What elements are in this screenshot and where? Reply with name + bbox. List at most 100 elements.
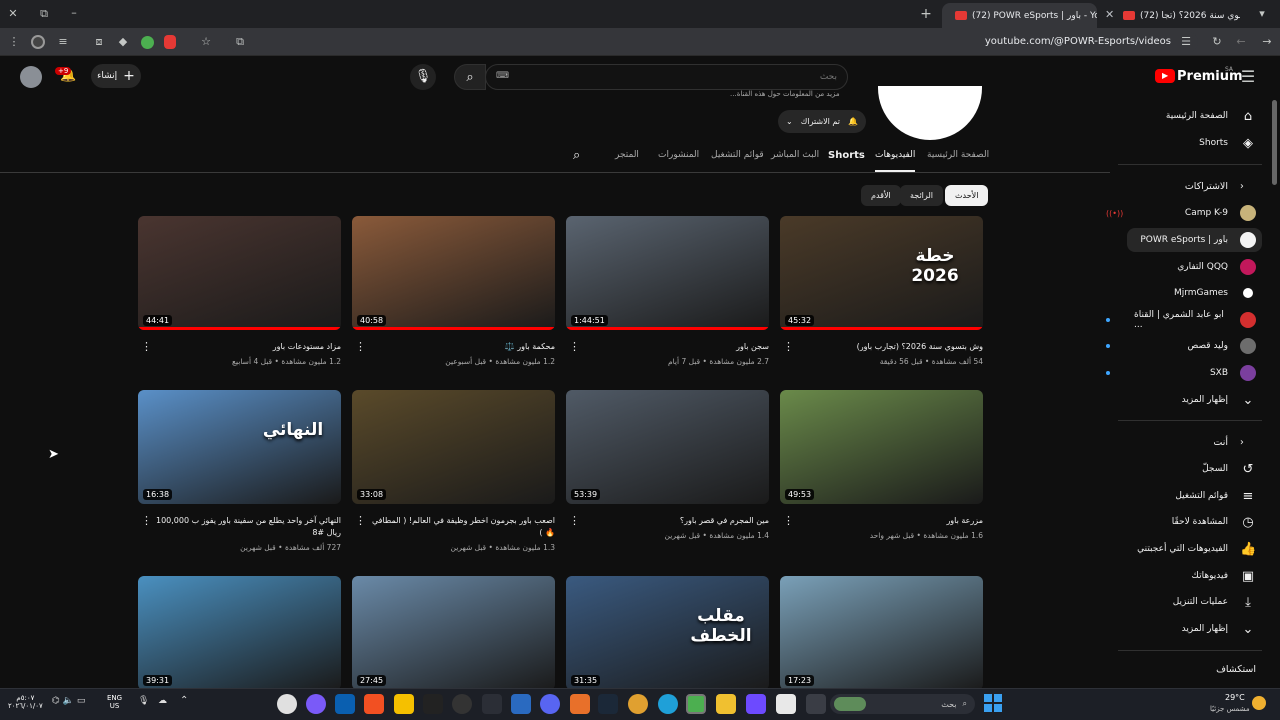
- tray-cloud-icon[interactable]: ☁: [158, 696, 167, 706]
- steam-icon[interactable]: [598, 694, 618, 714]
- channel-search-icon[interactable]: ⌕: [573, 148, 580, 170]
- video-card[interactable]: 39:31: [138, 576, 341, 701]
- sidebar-item-sub-qqq[interactable]: التفاري QQQ: [1106, 254, 1256, 280]
- app-violet-icon[interactable]: [306, 694, 326, 714]
- subscribed-button[interactable]: ⌄ تم الاشتراك 🔔: [778, 110, 866, 133]
- app-store-icon[interactable]: [776, 694, 796, 714]
- voice-search-icon[interactable]: 🎙: [410, 64, 436, 90]
- sidebar-item-liked[interactable]: الفيديوهات التي أعجبتني 👍: [1106, 536, 1256, 562]
- menu-kebab-icon[interactable]: ⋮: [6, 34, 22, 50]
- sidebar-item-shorts[interactable]: Shorts ◈: [1106, 130, 1256, 156]
- reading-list-icon[interactable]: ≡: [55, 34, 71, 50]
- tab-videos[interactable]: الفيديوهات: [875, 150, 916, 172]
- video-title[interactable]: مزاد مستودعات باور: [138, 341, 341, 353]
- search-box[interactable]: ⌨: [485, 64, 848, 90]
- tab-playlists[interactable]: قوائم التشغيل: [711, 150, 764, 172]
- discord-icon[interactable]: [540, 694, 560, 714]
- youtube-logo-icon[interactable]: ▶: [1155, 69, 1175, 83]
- sidebar-item-your-videos[interactable]: فيديوهاتك ▣: [1106, 563, 1256, 589]
- video-thumbnail[interactable]: 44:41: [138, 216, 341, 330]
- app-blue-icon[interactable]: [511, 694, 531, 714]
- video-menu-icon[interactable]: ⋮: [569, 340, 580, 353]
- tab-video[interactable]: (72) وش بتسوي سنة 2026؟ (تجا: [1110, 3, 1240, 28]
- battery-icon[interactable]: ▭: [77, 696, 86, 706]
- extension-red-icon[interactable]: [164, 35, 176, 49]
- sidebar-explore-header[interactable]: استكشاف: [1216, 664, 1256, 675]
- app-dark-icon[interactable]: [482, 694, 502, 714]
- tab-list-icon[interactable]: ▾: [1254, 6, 1270, 22]
- sidebar-item-watch-later[interactable]: المشاهدة لاحقًا ◷: [1106, 509, 1256, 535]
- video-card[interactable]: 27:45: [352, 576, 555, 701]
- tune-icon[interactable]: ☰: [1178, 34, 1194, 50]
- sidebar-item-history[interactable]: السجلّ ↺: [1106, 456, 1256, 482]
- forward-icon[interactable]: ←: [1233, 34, 1249, 50]
- app-yellow-icon[interactable]: [394, 694, 414, 714]
- sidebar-item-sub-waleed[interactable]: وليد قصص: [1106, 333, 1256, 359]
- video-menu-icon[interactable]: ⋮: [569, 514, 580, 527]
- extension-green-icon[interactable]: [141, 36, 154, 49]
- video-title[interactable]: محكمة باور ⚖️: [352, 341, 555, 353]
- video-card[interactable]: 33:08 ⋮ اصعب باور بجرمون اخطر وظيفة في الع…: [352, 390, 555, 552]
- video-menu-icon[interactable]: ⋮: [783, 514, 794, 527]
- sidebar-show-more-you[interactable]: إظهار المزيد ⌄: [1106, 616, 1256, 642]
- settings-gear-icon[interactable]: [277, 694, 297, 714]
- weather-sun-icon[interactable]: [1252, 696, 1266, 710]
- video-menu-icon[interactable]: ⋮: [355, 340, 366, 353]
- start-button-icon[interactable]: [984, 694, 1002, 712]
- volume-icon[interactable]: 🔈: [63, 696, 74, 706]
- tab-shorts[interactable]: Shorts: [828, 150, 865, 172]
- video-thumbnail[interactable]: مقلب الخطف 31:35: [566, 576, 769, 690]
- video-menu-icon[interactable]: ⋮: [355, 514, 366, 527]
- tab-home[interactable]: الصفحة الرئيسية: [927, 150, 989, 172]
- search-input[interactable]: [537, 69, 837, 85]
- office-icon[interactable]: [364, 694, 384, 714]
- app-black-icon[interactable]: [423, 694, 443, 714]
- language-indicator[interactable]: ENG US: [107, 694, 122, 710]
- edge-icon[interactable]: [658, 694, 678, 714]
- star-icon[interactable]: ☆: [198, 34, 214, 50]
- tab-live[interactable]: البث المباشر: [771, 150, 819, 172]
- sidebar-subscriptions-header[interactable]: الاشتراكات ›: [1106, 173, 1256, 199]
- tray-mic-icon[interactable]: 🎙: [138, 696, 149, 706]
- task-view-icon[interactable]: [806, 694, 826, 714]
- close-window-icon[interactable]: ✕: [5, 6, 21, 22]
- tray-icons[interactable]: ⌬ 🔈 ▭: [52, 696, 85, 706]
- chrome-icon[interactable]: [628, 694, 648, 714]
- video-thumbnail[interactable]: 39:31: [138, 576, 341, 690]
- sidebar-item-sub-sxb[interactable]: SXB: [1106, 360, 1256, 386]
- video-thumbnail[interactable]: 53:39: [566, 390, 769, 504]
- sidebar-item-sub-campk9[interactable]: ((•)) Camp K-9: [1106, 200, 1256, 226]
- sidebar-item-sub-mjrm[interactable]: MjrmGames: [1106, 280, 1256, 306]
- system-clock[interactable]: ٥:٠٧م ٢٠٢٦/٠١/٠٧: [8, 694, 43, 710]
- tab-posts[interactable]: المنشورات: [658, 150, 699, 172]
- obs-icon[interactable]: [452, 694, 472, 714]
- account-avatar[interactable]: [20, 66, 42, 88]
- video-thumbnail[interactable]: 17:23: [780, 576, 983, 690]
- chip-oldest[interactable]: الأقدم: [861, 185, 901, 206]
- file-explorer-icon[interactable]: [716, 694, 736, 714]
- back-icon[interactable]: →: [1259, 34, 1275, 50]
- sidebar-show-more-subs[interactable]: إظهار المزيد ⌄: [1106, 387, 1256, 413]
- video-thumbnail[interactable]: 1:44:51: [566, 216, 769, 330]
- video-card[interactable]: 40:58 ⋮ محكمة باور ⚖️ 1.2 مليون مشاهدة • قب…: [352, 216, 555, 366]
- sidebar-item-sub-abuabed[interactable]: ابو عابد الشمري | القناة ...: [1106, 307, 1256, 333]
- weather-desc[interactable]: مشمس جزئيًا: [1210, 705, 1250, 713]
- video-menu-icon[interactable]: ⋮: [141, 340, 152, 353]
- video-card[interactable]: مقلب الخطف 31:35: [566, 576, 769, 701]
- video-title[interactable]: وش بتسوي سنة 2026؟ (تجارب باور): [780, 341, 983, 353]
- video-card[interactable]: 53:39 ⋮ مين المجرم في قصر باور؟ 1.4 مليون م…: [566, 390, 769, 540]
- video-title[interactable]: سجن باور: [566, 341, 769, 353]
- new-tab-icon[interactable]: +: [918, 6, 934, 22]
- video-title[interactable]: النهائي آخر واحد يطلع من سفينة باور يفوز…: [138, 515, 341, 539]
- tab-channel[interactable]: (72) POWR eSports | باور - YouT: [942, 3, 1097, 28]
- app-navy-icon[interactable]: [335, 694, 355, 714]
- maximize-icon[interactable]: ⧉: [36, 6, 52, 22]
- weather-temp[interactable]: 29°C: [1225, 693, 1245, 702]
- video-card[interactable]: 17:23: [780, 576, 983, 701]
- extensions-icon[interactable]: ⧈: [91, 34, 107, 50]
- extension-diamond-icon[interactable]: ◆: [115, 34, 131, 50]
- video-thumbnail[interactable]: النهائي 16:38: [138, 390, 341, 504]
- sidebar-item-sub-powr[interactable]: POWR eSports | باور: [1106, 227, 1256, 253]
- sidebar-item-playlists[interactable]: قوائم التشغيل ≡: [1106, 483, 1256, 509]
- tray-expand-icon[interactable]: ⌃: [180, 695, 188, 706]
